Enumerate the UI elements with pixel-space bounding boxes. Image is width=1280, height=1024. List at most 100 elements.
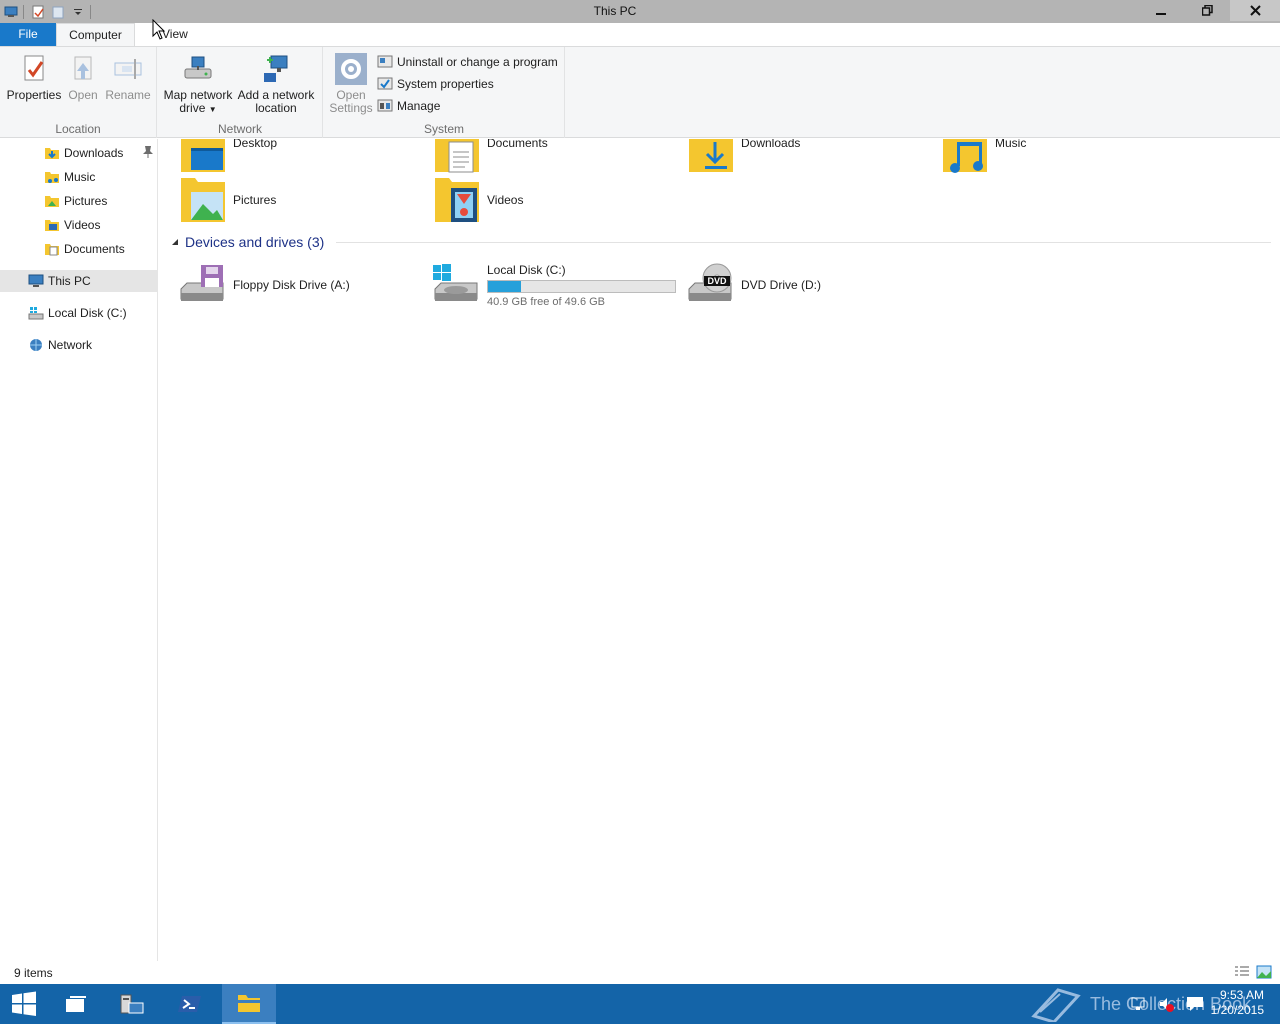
status-bar: 9 items — [0, 961, 1280, 984]
system-properties-button[interactable]: System properties — [377, 74, 494, 94]
sidebar-item-local-disk[interactable]: Local Disk (C:) — [28, 302, 127, 324]
powershell-icon — [178, 996, 201, 1012]
sidebar-item-this-pc[interactable]: This PC — [0, 270, 157, 292]
folder-tile-documents[interactable]: Documents — [433, 139, 548, 177]
folder-label: Videos — [487, 193, 524, 207]
programs-icon — [377, 55, 393, 68]
file-explorer-icon — [238, 995, 260, 1012]
disk-usage-fill — [488, 280, 521, 292]
sidebar-item-label: Downloads — [64, 146, 124, 160]
large-icons-view-icon[interactable] — [1256, 965, 1272, 979]
folder-tile-music[interactable]: Music — [941, 139, 1026, 177]
pictures-folder-icon — [181, 178, 225, 222]
server-manager-button[interactable] — [108, 984, 156, 1024]
local-disk-icon — [433, 264, 478, 301]
details-view-icon[interactable] — [1234, 965, 1250, 979]
start-button[interactable] — [0, 984, 48, 1024]
tab-computer[interactable]: Computer — [56, 23, 135, 46]
sidebar-item-music[interactable]: Music — [44, 166, 95, 188]
pin-icon[interactable] — [142, 145, 154, 159]
action-center-icon[interactable] — [1186, 996, 1204, 1012]
disk-free-text: 40.9 GB free of 49.6 GB — [487, 295, 606, 308]
system-tray — [1130, 996, 1204, 1012]
devices-group-header[interactable]: Devices and drives (3) — [171, 233, 1271, 251]
rename-label: Rename — [105, 88, 151, 102]
drive-tile-floppy[interactable]: Floppy Disk Drive (A:) — [177, 259, 350, 311]
system-properties-label: System properties — [397, 77, 494, 91]
mouse-cursor-icon — [152, 19, 166, 40]
folder-tile-videos[interactable]: Videos — [433, 175, 523, 225]
add-network-location-button[interactable]: Add a network location — [236, 53, 316, 115]
sidebar-item-documents[interactable]: Documents — [44, 238, 125, 260]
ribbon-tabs: File Computer View ? — [0, 23, 1280, 64]
group-divider — [336, 241, 1271, 243]
ribbon: Properties Open Rename Location Map netw… — [0, 46, 1280, 138]
clock-time: 9:53 AM — [1219, 988, 1264, 1002]
open-settings-button[interactable]: Open Settings — [328, 53, 374, 115]
documents-folder-icon — [435, 139, 479, 173]
collapse-arrow-icon — [172, 239, 178, 245]
title-bar: This PC — [0, 0, 1280, 23]
close-button[interactable] — [1230, 0, 1280, 21]
disk-usage-bar — [487, 279, 676, 293]
floppy-drive-icon — [180, 265, 224, 301]
file-explorer-button[interactable] — [222, 984, 276, 1024]
powershell-button[interactable] — [166, 984, 214, 1024]
drive-tile-dvd[interactable]: DVD DVD Drive (D:) — [685, 259, 821, 311]
volume-muted-icon[interactable] — [1158, 996, 1174, 1012]
properties-label: Properties — [6, 88, 62, 102]
taskbar-clock[interactable]: 9:53 AM 1/20/2015 — [1211, 988, 1264, 1018]
minimize-icon — [1156, 12, 1166, 15]
folder-tile-pictures[interactable]: Pictures — [179, 175, 276, 225]
tab-file[interactable]: File — [0, 23, 56, 46]
videos-folder-icon — [45, 220, 59, 231]
open-button[interactable]: Open — [64, 53, 102, 102]
drive-tile-local-disk[interactable]: Local Disk (C:) 40.9 GB free of 49.6 GB — [431, 259, 676, 311]
network-group: Map network drive ▼ Add a network locati… — [158, 47, 323, 138]
rename-button[interactable]: Rename — [104, 53, 152, 102]
dvd-drive-icon: DVD — [688, 263, 732, 301]
uninstall-program-button[interactable]: Uninstall or change a program — [377, 52, 558, 72]
rename-icon — [112, 53, 144, 85]
properties-button[interactable]: Properties — [6, 53, 62, 102]
network-group-label: Network — [217, 122, 262, 136]
folder-tile-desktop[interactable]: Desktop — [179, 139, 277, 177]
location-group: Properties Open Rename Location — [0, 47, 157, 138]
sidebar-item-videos[interactable]: Videos — [44, 214, 100, 236]
network-icon — [30, 339, 42, 351]
folder-tile-downloads[interactable]: Downloads — [687, 139, 800, 177]
folder-label: Desktop — [233, 139, 278, 150]
task-view-icon — [66, 996, 86, 1012]
map-network-drive-label-2-text: drive — [179, 101, 206, 115]
open-icon — [67, 53, 99, 85]
clock-date: 1/20/2015 — [1210, 1003, 1264, 1017]
music-folder-icon — [45, 172, 59, 183]
minimize-button[interactable] — [1138, 0, 1184, 21]
sidebar-item-label: Local Disk (C:) — [48, 306, 127, 320]
map-network-drive-label-2: drive ▼ — [162, 102, 234, 116]
dvd-badge: DVD — [707, 276, 727, 286]
drive-label: DVD Drive (D:) — [741, 278, 821, 292]
dropdown-arrow-icon: ▼ — [208, 105, 217, 114]
network-status-icon[interactable] — [1130, 996, 1146, 1012]
sidebar-item-pictures[interactable]: Pictures — [44, 190, 107, 212]
sidebar-item-downloads[interactable]: Downloads — [44, 142, 123, 164]
sidebar-item-label: Videos — [64, 218, 101, 232]
computer-icon — [28, 274, 44, 287]
sidebar-item-label: Music — [64, 170, 96, 184]
drive-label: Local Disk (C:) — [487, 262, 566, 277]
manage-icon — [377, 99, 393, 112]
sidebar-item-network[interactable]: Network — [28, 334, 92, 356]
manage-button[interactable]: Manage — [377, 96, 440, 116]
restore-button[interactable] — [1184, 0, 1230, 21]
downloads-folder-icon — [45, 148, 59, 159]
add-network-location-icon — [260, 53, 292, 85]
desktop-folder-icon — [181, 139, 225, 172]
folder-label: Downloads — [741, 139, 801, 150]
system-group-label: System — [423, 122, 464, 136]
navigation-pane: Downloads Music Pictures Videos Document… — [0, 139, 158, 961]
restore-icon — [1201, 5, 1213, 16]
task-view-button[interactable] — [52, 984, 100, 1024]
content-pane: Desktop Documents Downloads Music Pictur… — [159, 139, 1280, 961]
map-network-drive-button[interactable]: Map network drive ▼ — [162, 53, 234, 116]
